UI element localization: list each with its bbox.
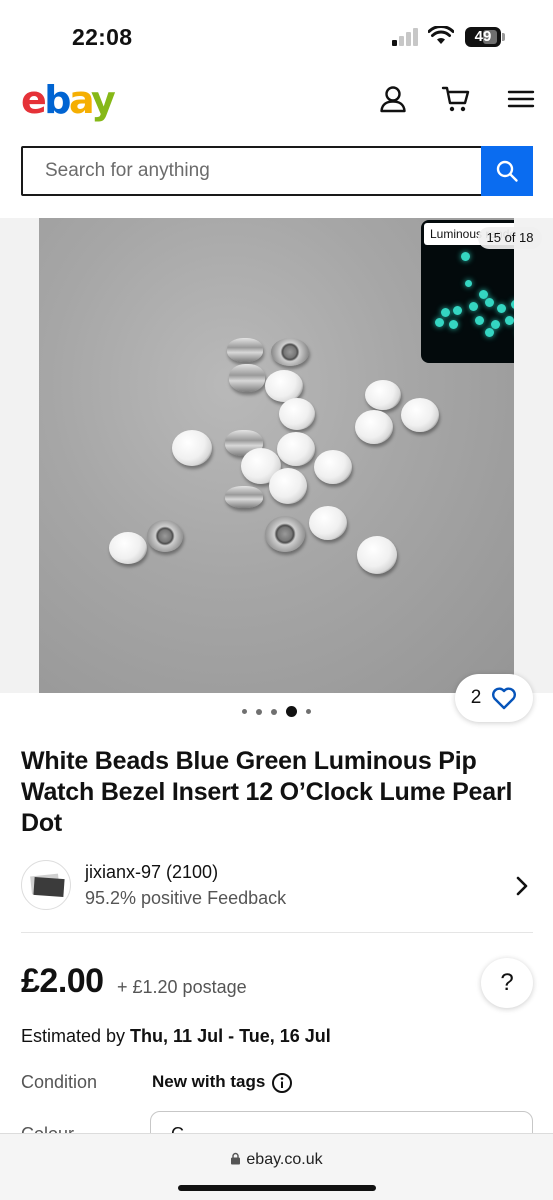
condition-label: Condition — [21, 1072, 98, 1092]
image-gallery[interactable]: Luminous rendering — [0, 218, 553, 693]
gallery-pagination — [0, 706, 553, 717]
listing-title: White Beads Blue Green Luminous Pip Watc… — [21, 747, 513, 837]
help-button[interactable]: ? — [481, 958, 533, 1008]
menu-icon[interactable] — [506, 84, 536, 114]
seller-feedback: 95.2% positive Feedback — [85, 888, 287, 908]
pagination-dot[interactable] — [256, 708, 262, 715]
pagination-dot[interactable] — [306, 709, 311, 714]
product-photo[interactable]: Luminous rendering — [39, 218, 514, 693]
seller-avatar — [21, 860, 71, 910]
search-input[interactable] — [23, 148, 531, 194]
search-button[interactable] — [481, 146, 533, 196]
estimated-delivery: Estimated by Thu, 11 Jul - Tue, 16 Jul — [21, 1026, 331, 1047]
battery-level: 49 — [474, 28, 492, 45]
lock-icon — [231, 1152, 241, 1165]
url-bar[interactable]: ebay.co.uk — [0, 1151, 553, 1169]
seller-name[interactable]: jixianx-97 (2100) — [85, 862, 218, 883]
ebay-logo[interactable]: ebay — [21, 78, 116, 122]
cellular-signal-icon — [392, 28, 420, 46]
postage-cost: + £1.20 postage — [117, 977, 247, 997]
status-bar: 22:08 49 — [0, 0, 553, 68]
estimated-label: Estimated by — [21, 1026, 131, 1046]
site-header: ebay — [0, 72, 553, 130]
info-icon[interactable] — [271, 1072, 293, 1094]
search-bar — [21, 146, 533, 196]
browser-bar: ebay.co.uk — [0, 1133, 553, 1200]
price: £2.00 — [21, 962, 104, 1000]
wifi-icon — [428, 26, 454, 44]
account-icon[interactable] — [378, 84, 408, 114]
pagination-dot[interactable] — [242, 709, 247, 714]
pagination-dot-active[interactable] — [286, 706, 297, 717]
estimated-dates: Thu, 11 Jul - Tue, 16 Jul — [130, 1026, 331, 1046]
status-time: 22:08 — [72, 24, 133, 50]
seller-info[interactable]: jixianx-97 (2100) 95.2% positive Feedbac… — [21, 858, 533, 914]
pagination-dot[interactable] — [271, 708, 277, 715]
divider — [21, 932, 533, 933]
chevron-right-icon[interactable] — [515, 876, 529, 896]
condition-value: New with tags — [152, 1072, 266, 1091]
image-counter: 15 of 18 — [478, 227, 542, 249]
search-icon — [496, 160, 518, 182]
home-indicator[interactable] — [178, 1185, 376, 1191]
cart-icon[interactable] — [441, 84, 471, 114]
battery-icon: 49 — [465, 27, 501, 47]
url-text: ebay.co.uk — [246, 1151, 323, 1168]
battery-nub — [502, 33, 505, 41]
